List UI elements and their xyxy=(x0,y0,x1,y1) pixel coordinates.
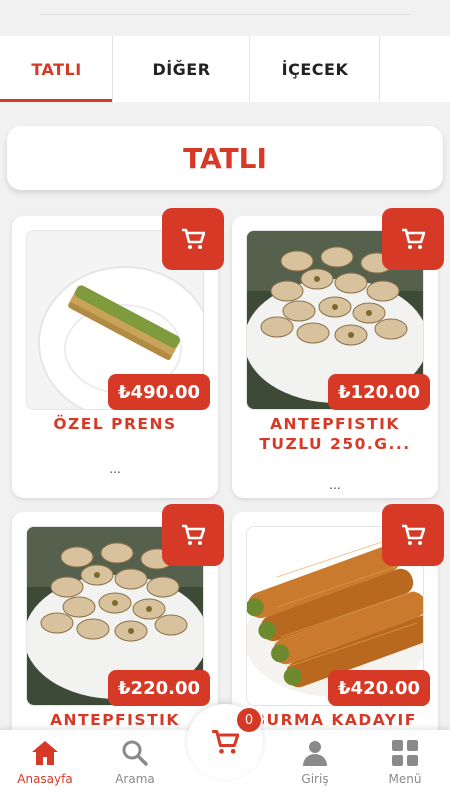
add-to-cart-button[interactable] xyxy=(162,504,224,566)
category-tabs: TATLI DİĞER İÇECEK xyxy=(0,36,450,102)
tab-diger[interactable]: DİĞER xyxy=(113,36,250,102)
nav-menu[interactable]: Menü xyxy=(360,730,450,800)
add-to-cart-button[interactable] xyxy=(162,208,224,270)
nav-search[interactable]: Arama xyxy=(90,730,180,800)
product-name[interactable]: BURMA KADAYIF xyxy=(238,710,432,730)
add-to-cart-button[interactable] xyxy=(382,504,444,566)
nav-label: Giriş xyxy=(301,772,329,786)
product-card[interactable]: ₺490.00 ÖZEL PRENS ... xyxy=(12,208,224,498)
product-name[interactable]: ANTEPFISTIK xyxy=(18,710,212,730)
section-title: TATLI xyxy=(7,126,443,190)
tab-icecek[interactable]: İÇECEK xyxy=(250,36,380,102)
nav-home[interactable]: Anasayfa xyxy=(0,730,90,800)
product-card[interactable]: ₺220.00 ANTEPFISTIK xyxy=(12,504,224,742)
cart-icon xyxy=(402,524,425,545)
tab-label: TATLI xyxy=(31,59,82,79)
product-card[interactable]: ₺420.00 BURMA KADAYIF xyxy=(232,504,444,742)
active-tab-indicator xyxy=(0,99,113,102)
tab-label: DİĞER xyxy=(152,59,211,79)
nav-label: Arama xyxy=(115,772,155,786)
nav-label: Anasayfa xyxy=(17,772,73,786)
price-tag: ₺220.00 xyxy=(108,670,210,706)
product-name[interactable]: ANTEPFISTIK TUZLU 250.G... xyxy=(238,414,432,454)
tab-more[interactable] xyxy=(380,36,450,102)
nav-label: Menü xyxy=(388,772,422,786)
home-icon xyxy=(32,741,58,765)
price-tag: ₺490.00 xyxy=(108,374,210,410)
product-description: ... xyxy=(109,462,121,476)
tab-label: İÇECEK xyxy=(281,59,349,79)
grid-icon xyxy=(392,740,418,766)
cart-icon xyxy=(182,228,205,249)
nav-login[interactable]: Giriş xyxy=(270,730,360,800)
product-name[interactable]: ÖZEL PRENS xyxy=(18,414,212,434)
user-icon xyxy=(303,741,327,766)
cart-icon xyxy=(182,524,205,545)
add-to-cart-button[interactable] xyxy=(382,208,444,270)
product-card[interactable]: ₺120.00 ANTEPFISTIK TUZLU 250.G... ... xyxy=(232,208,444,498)
cart-icon xyxy=(212,729,239,754)
search-icon xyxy=(122,740,148,766)
status-area xyxy=(0,0,450,20)
price-tag: ₺120.00 xyxy=(328,374,430,410)
cart-icon xyxy=(402,228,425,249)
cart-count-badge: 0 xyxy=(235,706,263,734)
price-tag: ₺420.00 xyxy=(328,670,430,706)
product-description: ... xyxy=(329,478,341,492)
tab-tatli[interactable]: TATLI xyxy=(0,36,113,102)
